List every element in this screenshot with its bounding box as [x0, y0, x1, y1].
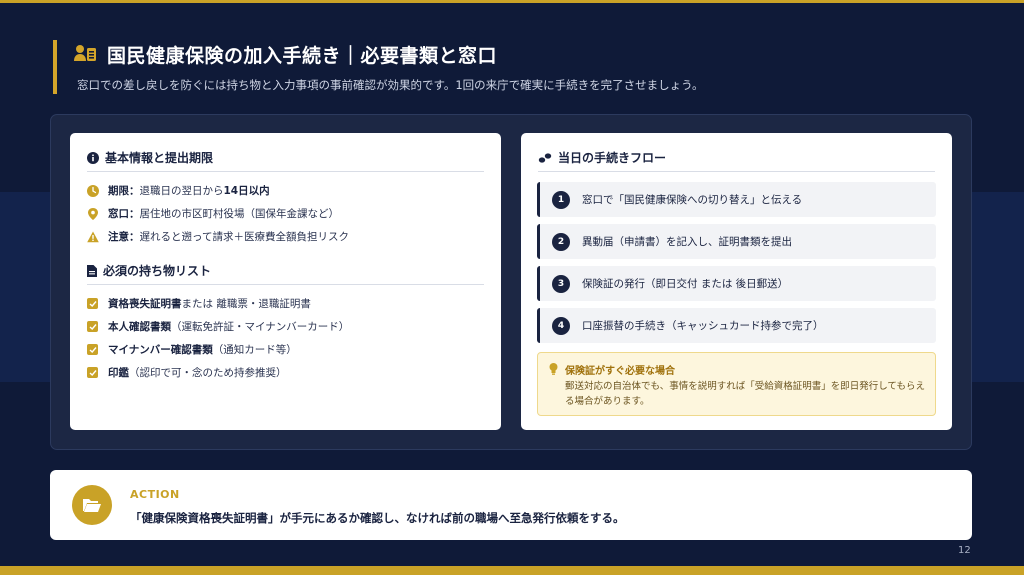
- window-row: 窓口： 居住地の市区町村役場（国保年金課など）: [87, 206, 339, 221]
- checklist-item: マイナンバー確認書類 （通知カード等）: [87, 342, 297, 357]
- checkbox-checked-icon: [87, 298, 98, 309]
- flow-step: 1 窓口で「国民健康保険への切り替え」と伝える: [537, 182, 936, 217]
- basic-info-heading: 基本情報と提出期限: [87, 149, 213, 166]
- divider: [87, 284, 484, 285]
- procedure-flow-card: 当日の手続きフロー 1 窓口で「国民健康保険への切り替え」と伝える 2 異動届（…: [521, 133, 952, 430]
- warning-icon: [87, 231, 99, 242]
- step-text: 口座振替の手続き（キャッシュカード持参で完了）: [582, 320, 824, 332]
- step-text: 保険証の発行（即日交付 または 後日郵送）: [582, 278, 789, 290]
- checklist-item: 印鑑 （認印で可・念のため持参推奨）: [87, 365, 287, 380]
- action-label: ACTION: [130, 488, 180, 501]
- page-subtitle: 窓口での差し戻しを防ぐには持ち物と入力事項の事前確認が効果的です。1回の来庁で確…: [77, 78, 704, 92]
- step-number: 3: [552, 274, 570, 293]
- info-icon: [87, 151, 99, 164]
- page-title: 国民健康保険の加入手続き｜必要書類と窓口: [107, 44, 498, 67]
- bottom-accent-bar: [0, 566, 1024, 575]
- clock-icon: [87, 184, 99, 197]
- step-number: 4: [552, 316, 570, 335]
- flow-heading: 当日の手続きフロー: [538, 149, 666, 166]
- checklist-item: 本人確認書類 （運転免許証・マイナンバーカード）: [87, 319, 349, 334]
- action-text: 「健康保険資格喪失証明書」が手元にあるか確認し、なければ前の職場へ至急発行依頼を…: [130, 511, 625, 525]
- tip-body: 郵送対応の自治体でも、事情を説明すれば「受給資格証明書」を即日発行してもらえる場…: [565, 381, 925, 407]
- flow-step: 4 口座振替の手続き（キャッシュカード持参で完了）: [537, 308, 936, 343]
- items-heading: 必須の持ち物リスト: [87, 262, 211, 279]
- caution-row: 注意： 遅れると遡って請求＋医療費全額負担リスク: [87, 229, 349, 244]
- id-card-icon: [74, 45, 96, 61]
- title-accent-bar: [53, 40, 57, 94]
- deadline-row: 期限： 退職日の翌日から 14日以内: [87, 183, 270, 198]
- title-row: 国民健康保険の加入手続き｜必要書類と窓口: [73, 40, 497, 68]
- location-pin-icon: [88, 207, 98, 220]
- flow-step: 2 異動届（申請書）を記入し、証明書類を提出: [537, 224, 936, 259]
- document-icon: [87, 264, 97, 277]
- flow-step: 3 保険証の発行（即日交付 または 後日郵送）: [537, 266, 936, 301]
- lightbulb-icon: [549, 363, 558, 375]
- checkbox-checked-icon: [87, 344, 98, 355]
- step-number: 2: [552, 232, 570, 251]
- checkbox-checked-icon: [87, 321, 98, 332]
- action-box: ACTION 「健康保険資格喪失証明書」が手元にあるか確認し、なければ前の職場へ…: [50, 470, 972, 540]
- top-accent-bar: [0, 0, 1024, 3]
- footsteps-icon: [538, 152, 552, 163]
- checkbox-checked-icon: [87, 367, 98, 378]
- tip-box: 保険証がすぐ必要な場合 郵送対応の自治体でも、事情を説明すれば「受給資格証明書」…: [537, 352, 936, 416]
- step-text: 異動届（申請書）を記入し、証明書類を提出: [582, 236, 792, 248]
- divider: [87, 171, 484, 172]
- folder-open-icon: [72, 485, 112, 525]
- step-number: 1: [552, 190, 570, 209]
- page-number: 12: [958, 545, 971, 556]
- tip-title: 保険証がすぐ必要な場合: [565, 366, 675, 377]
- checklist-item: 資格喪失証明書 または 離職票・退職証明書: [87, 296, 311, 311]
- divider: [538, 171, 935, 172]
- step-text: 窓口で「国民健康保険への切り替え」と伝える: [582, 194, 803, 206]
- basic-info-card: 基本情報と提出期限 期限： 退職日の翌日から 14日以内 窓口： 居住地の市区町…: [70, 133, 501, 430]
